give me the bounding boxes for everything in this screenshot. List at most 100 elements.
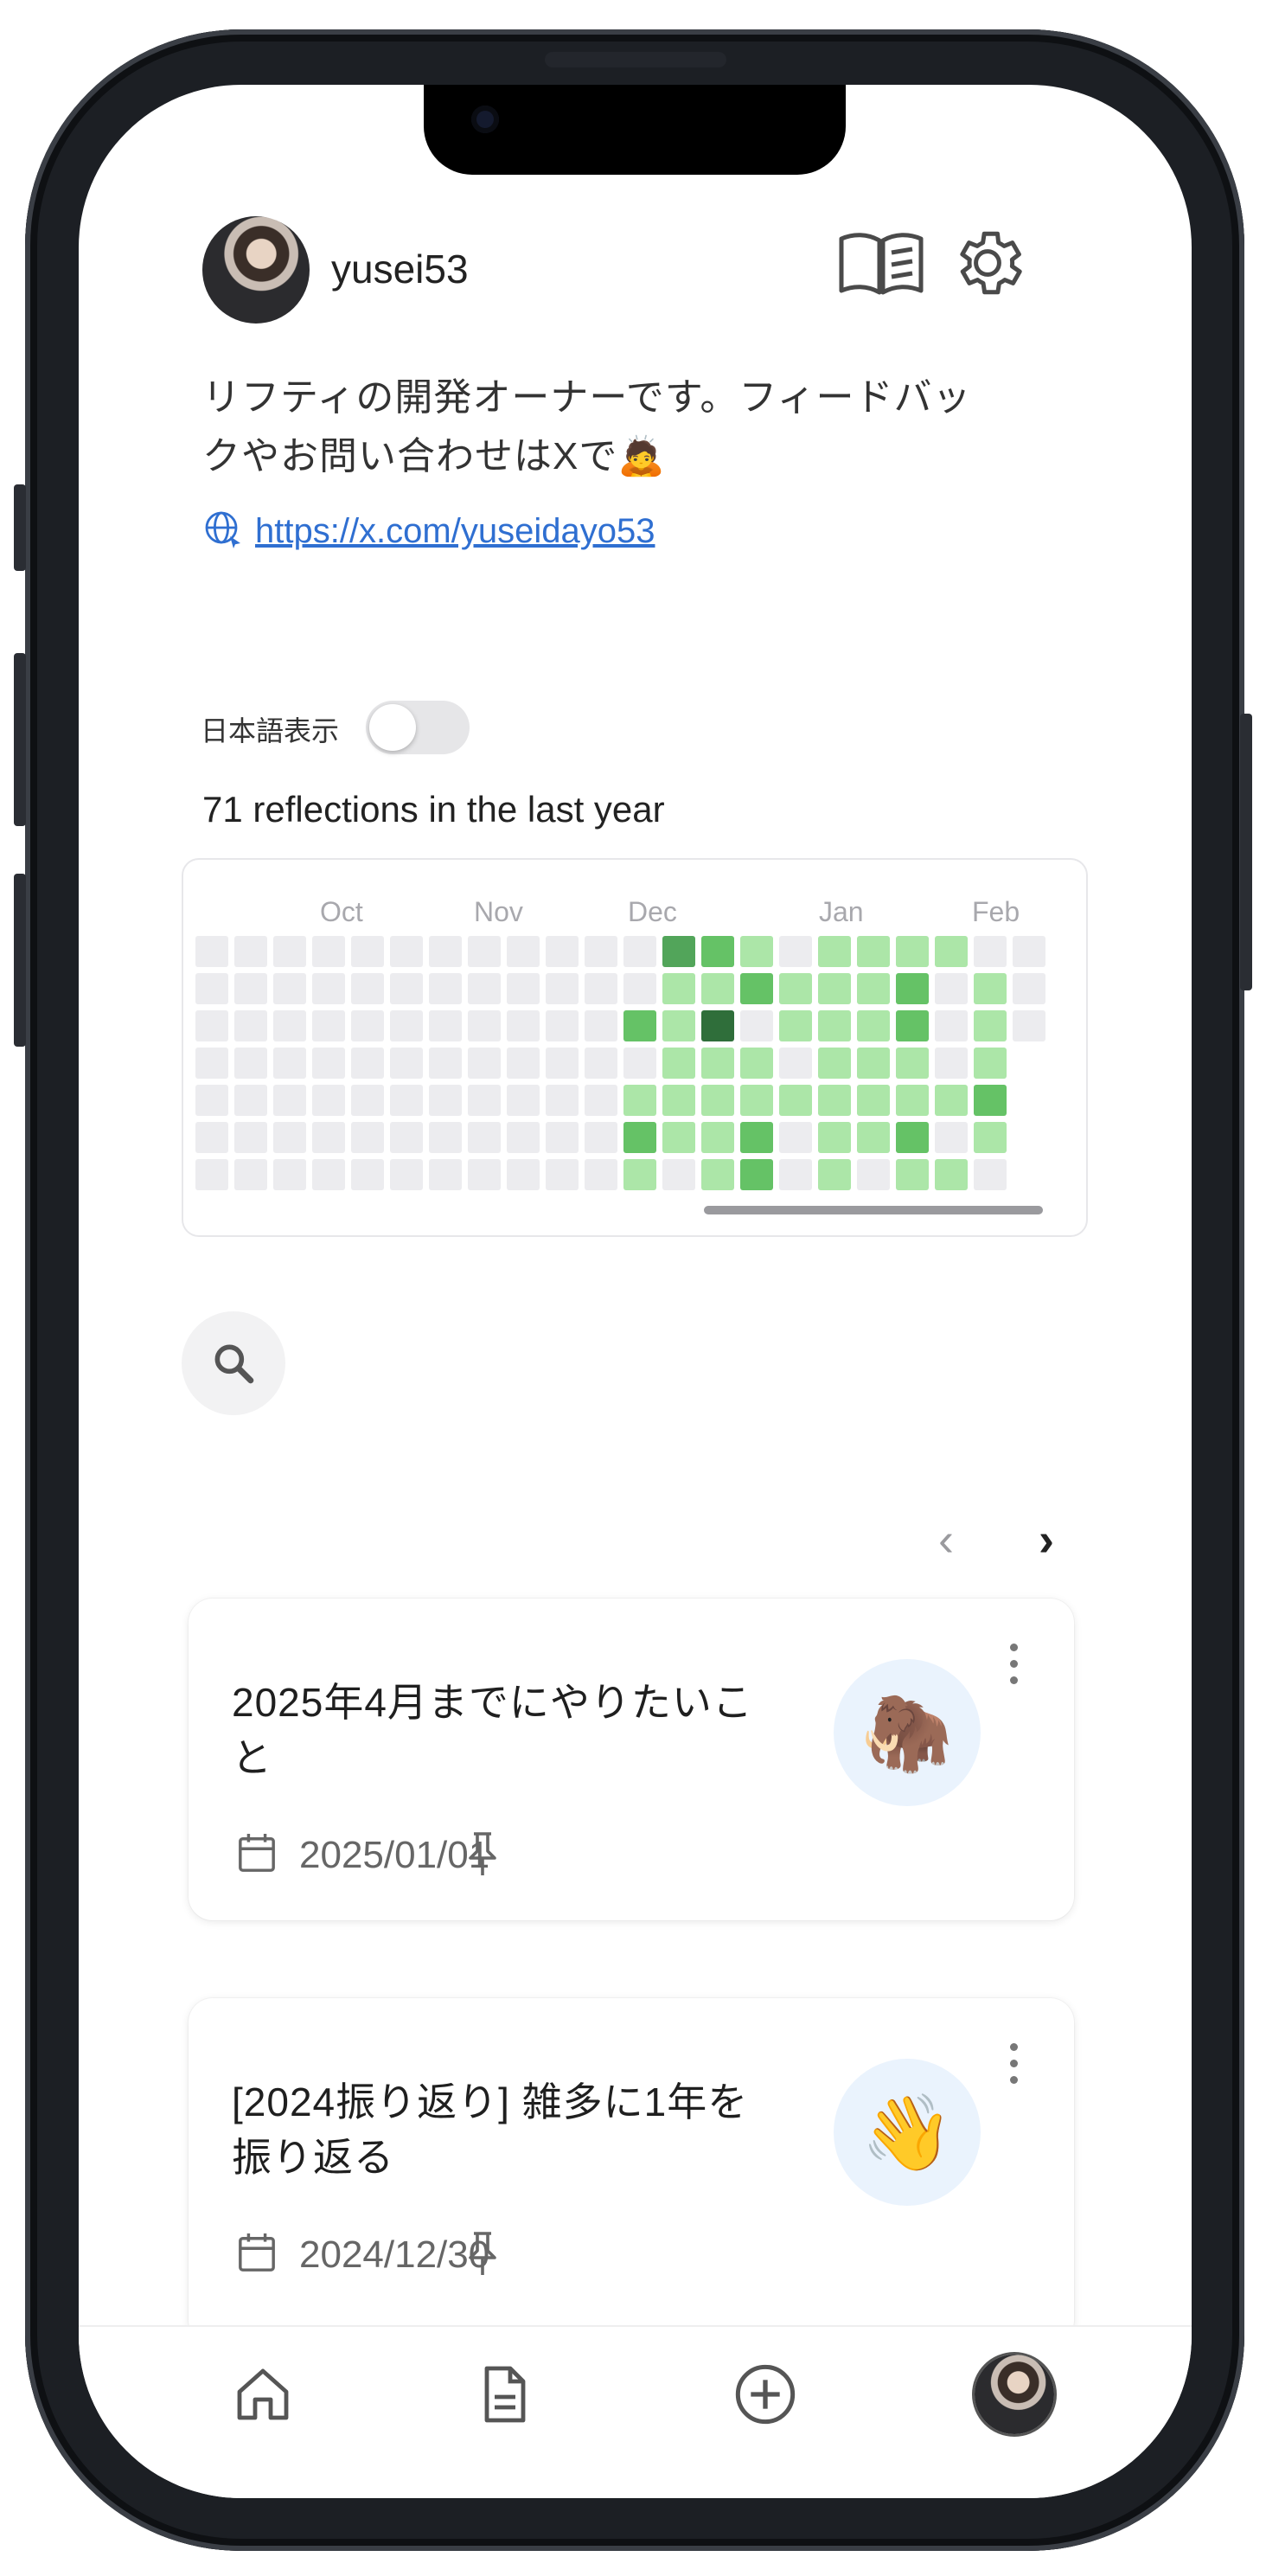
heatmap-cell[interactable] bbox=[234, 1122, 267, 1153]
heatmap-cell[interactable] bbox=[818, 1159, 851, 1190]
heatmap-cell[interactable] bbox=[546, 1085, 579, 1116]
nav-profile-button[interactable] bbox=[973, 2353, 1056, 2436]
heatmap-cell[interactable] bbox=[429, 1010, 462, 1041]
heatmap-cell[interactable] bbox=[818, 1010, 851, 1041]
heatmap-cell[interactable] bbox=[234, 1048, 267, 1079]
heatmap-cell[interactable] bbox=[546, 1010, 579, 1041]
heatmap-cell[interactable] bbox=[857, 1010, 890, 1041]
heatmap-cell[interactable] bbox=[896, 973, 929, 1004]
heatmap-cell[interactable] bbox=[935, 1048, 968, 1079]
heatmap-cell[interactable] bbox=[740, 1048, 773, 1079]
heatmap-cell[interactable] bbox=[779, 1048, 812, 1079]
heatmap-cell[interactable] bbox=[273, 1048, 306, 1079]
heatmap-cell[interactable] bbox=[351, 1122, 384, 1153]
prev-page-button[interactable]: ‹ bbox=[924, 1514, 968, 1566]
heatmap-cell[interactable] bbox=[429, 973, 462, 1004]
heatmap-cell[interactable] bbox=[546, 1159, 579, 1190]
heatmap-cell[interactable] bbox=[857, 936, 890, 967]
heatmap-cell[interactable] bbox=[974, 1048, 1007, 1079]
heatmap-cell[interactable] bbox=[390, 1048, 423, 1079]
heatmap-cell[interactable] bbox=[974, 973, 1007, 1004]
heatmap-cell[interactable] bbox=[234, 1085, 267, 1116]
heatmap-cell[interactable] bbox=[546, 936, 579, 967]
heatmap-cell[interactable] bbox=[857, 1122, 890, 1153]
heatmap-cell[interactable] bbox=[779, 936, 812, 967]
heatmap-cell[interactable] bbox=[468, 1048, 501, 1079]
heatmap-cell[interactable] bbox=[1013, 936, 1045, 967]
heatmap-cell[interactable] bbox=[974, 1010, 1007, 1041]
heatmap-cell[interactable] bbox=[623, 973, 656, 1004]
reflection-card[interactable]: [2024振り返り] 雑多に1年を 振り返る 👋 2024/12/30 bbox=[189, 1998, 1074, 2344]
heatmap-cell[interactable] bbox=[468, 1159, 501, 1190]
heatmap-cell[interactable] bbox=[740, 973, 773, 1004]
heatmap-cell[interactable] bbox=[234, 1010, 267, 1041]
heatmap-cell[interactable] bbox=[662, 973, 695, 1004]
heatmap-cell[interactable] bbox=[1013, 1010, 1045, 1041]
heatmap-cell[interactable] bbox=[585, 1159, 617, 1190]
heatmap-cell[interactable] bbox=[429, 1085, 462, 1116]
heatmap-cell[interactable] bbox=[234, 973, 267, 1004]
heatmap-cell[interactable] bbox=[507, 936, 540, 967]
heatmap-cell[interactable] bbox=[351, 1048, 384, 1079]
more-options-icon[interactable] bbox=[1005, 2043, 1022, 2084]
heatmap-cell[interactable] bbox=[195, 936, 228, 967]
heatmap-cell[interactable] bbox=[273, 973, 306, 1004]
heatmap-cell[interactable] bbox=[896, 1159, 929, 1190]
heatmap-cell[interactable] bbox=[312, 1048, 345, 1079]
heatmap-cell[interactable] bbox=[662, 1159, 695, 1190]
heatmap-cell[interactable] bbox=[857, 973, 890, 1004]
heatmap-cell[interactable] bbox=[896, 1048, 929, 1079]
heatmap-cell[interactable] bbox=[390, 1159, 423, 1190]
heatmap-cell[interactable] bbox=[312, 1010, 345, 1041]
more-options-icon[interactable] bbox=[1005, 1644, 1022, 1684]
heatmap-cell[interactable] bbox=[351, 1010, 384, 1041]
heatmap-cell[interactable] bbox=[312, 973, 345, 1004]
heatmap-cell[interactable] bbox=[468, 973, 501, 1004]
heatmap-cell[interactable] bbox=[546, 1048, 579, 1079]
pin-icon[interactable] bbox=[465, 1830, 500, 1877]
heatmap-cell[interactable] bbox=[429, 936, 462, 967]
heatmap-cell[interactable] bbox=[507, 973, 540, 1004]
profile-link[interactable]: https://x.com/yuseidayo53 bbox=[255, 512, 655, 551]
nav-documents-button[interactable] bbox=[464, 2353, 547, 2436]
heatmap-cell[interactable] bbox=[623, 1159, 656, 1190]
heatmap-cell[interactable] bbox=[701, 1010, 734, 1041]
heatmap-cell[interactable] bbox=[896, 1085, 929, 1116]
heatmap-cell[interactable] bbox=[390, 1085, 423, 1116]
heatmap-cell[interactable] bbox=[701, 936, 734, 967]
heatmap-cell[interactable] bbox=[623, 1122, 656, 1153]
heatmap-cell[interactable] bbox=[273, 1122, 306, 1153]
heatmap-cell[interactable] bbox=[468, 1122, 501, 1153]
heatmap-cell[interactable] bbox=[857, 1159, 890, 1190]
heatmap-cell[interactable] bbox=[818, 1048, 851, 1079]
heatmap-cell[interactable] bbox=[390, 1010, 423, 1041]
heatmap-cell[interactable] bbox=[312, 1159, 345, 1190]
heatmap-cell[interactable] bbox=[974, 1159, 1007, 1190]
heatmap-cell[interactable] bbox=[662, 1010, 695, 1041]
heatmap-cell[interactable] bbox=[351, 936, 384, 967]
heatmap-cell[interactable] bbox=[779, 973, 812, 1004]
heatmap-cell[interactable] bbox=[429, 1122, 462, 1153]
heatmap-cell[interactable] bbox=[546, 973, 579, 1004]
book-icon[interactable] bbox=[838, 230, 924, 299]
heatmap-cell[interactable] bbox=[273, 936, 306, 967]
heatmap-cell[interactable] bbox=[195, 1122, 228, 1153]
heatmap-cell[interactable] bbox=[857, 1048, 890, 1079]
heatmap-cell[interactable] bbox=[507, 1122, 540, 1153]
heatmap-cell[interactable] bbox=[623, 1048, 656, 1079]
heatmap-cell[interactable] bbox=[623, 936, 656, 967]
heatmap-cell[interactable] bbox=[351, 1159, 384, 1190]
nav-add-button[interactable] bbox=[724, 2353, 807, 2436]
heatmap-cell[interactable] bbox=[935, 936, 968, 967]
heatmap-cell[interactable] bbox=[312, 1122, 345, 1153]
heatmap-scrollbar[interactable] bbox=[704, 1206, 1043, 1214]
heatmap-cell[interactable] bbox=[701, 1085, 734, 1116]
heatmap-cell[interactable] bbox=[662, 1122, 695, 1153]
search-button[interactable] bbox=[182, 1311, 285, 1415]
heatmap-cell[interactable] bbox=[507, 1048, 540, 1079]
heatmap-cell[interactable] bbox=[740, 936, 773, 967]
heatmap-cell[interactable] bbox=[195, 1085, 228, 1116]
heatmap-cell[interactable] bbox=[623, 1010, 656, 1041]
heatmap-cell[interactable] bbox=[779, 1122, 812, 1153]
heatmap-cell[interactable] bbox=[585, 973, 617, 1004]
